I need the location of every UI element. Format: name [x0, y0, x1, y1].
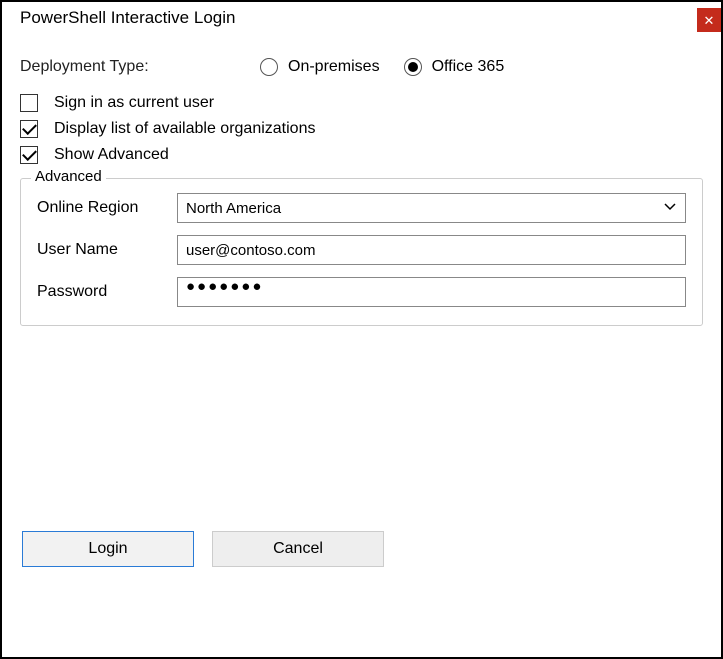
username-label: User Name [37, 241, 177, 259]
deployment-type-label: Deployment Type: [20, 58, 260, 76]
radio-on-premises[interactable] [260, 58, 278, 76]
deployment-radio-group: On-premises Office 365 [260, 58, 518, 76]
checkbox-current-user[interactable] [20, 94, 38, 112]
checkbox-show-advanced[interactable] [20, 146, 38, 164]
password-input[interactable]: ●●●●●●● [177, 277, 686, 307]
username-input[interactable] [177, 235, 686, 265]
close-button[interactable]: ✕ [697, 8, 721, 32]
online-region-select[interactable]: North America [177, 193, 686, 223]
chevron-down-icon [663, 200, 677, 217]
advanced-legend: Advanced [31, 168, 106, 185]
radio-office-365-label: Office 365 [432, 58, 505, 76]
radio-on-premises-label: On-premises [288, 58, 380, 76]
login-button[interactable]: Login [22, 531, 194, 567]
deployment-type-row: Deployment Type: On-premises Office 365 [20, 58, 703, 76]
advanced-fieldset: Advanced Online Region North America Use… [20, 178, 703, 326]
checkbox-row-current-user: Sign in as current user [20, 94, 703, 112]
checkbox-row-list-orgs: Display list of available organizations [20, 120, 703, 138]
checkbox-list-orgs-label: Display list of available organizations [54, 120, 315, 138]
titlebar: PowerShell Interactive Login ✕ [2, 2, 721, 36]
content-area: Deployment Type: On-premises Office 365 … [2, 36, 721, 344]
online-region-label: Online Region [37, 199, 177, 217]
checkbox-show-advanced-label: Show Advanced [54, 146, 169, 164]
checkbox-row-show-advanced: Show Advanced [20, 146, 703, 164]
cancel-button[interactable]: Cancel [212, 531, 384, 567]
checkbox-current-user-label: Sign in as current user [54, 94, 214, 112]
button-row: Login Cancel [22, 531, 384, 567]
window-title: PowerShell Interactive Login [20, 8, 235, 28]
online-region-value: North America [186, 200, 281, 217]
username-row: User Name [37, 235, 686, 265]
password-row: Password ●●●●●●● [37, 277, 686, 307]
password-label: Password [37, 283, 177, 301]
checkbox-list-orgs[interactable] [20, 120, 38, 138]
close-icon: ✕ [704, 14, 715, 27]
radio-office-365[interactable] [404, 58, 422, 76]
online-region-row: Online Region North America [37, 193, 686, 223]
login-window: PowerShell Interactive Login ✕ Deploymen… [0, 0, 723, 659]
